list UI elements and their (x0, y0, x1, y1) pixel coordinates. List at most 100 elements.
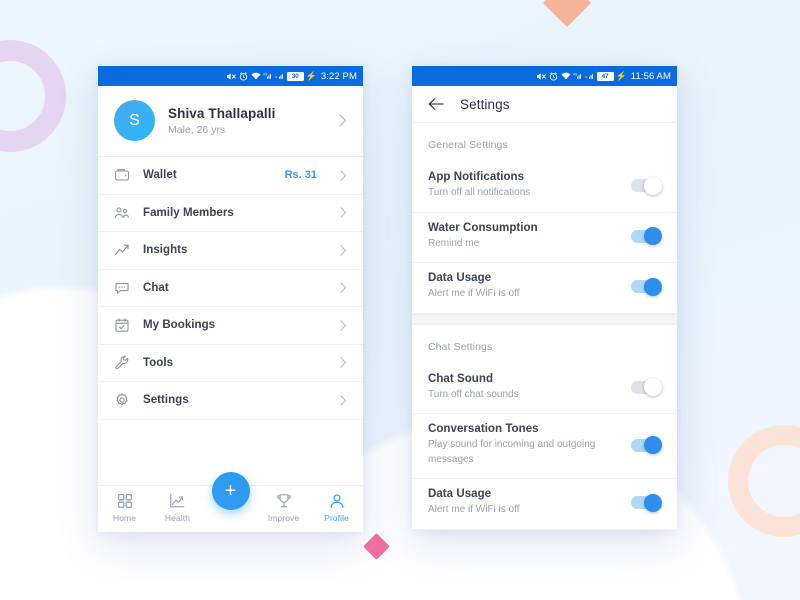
setting-subtitle: Play sound for incoming and outgoing mes… (428, 439, 596, 465)
chevron-right-icon (340, 395, 347, 406)
alarm-icon (239, 71, 248, 81)
person-icon (330, 494, 343, 508)
setting-row-chat-sound[interactable]: Chat Sound Turn off chat sounds (412, 364, 677, 414)
wallet-balance: Rs. 31 (284, 169, 317, 182)
chevron-right-icon (339, 114, 347, 127)
menu-label: Tools (143, 356, 174, 369)
toggle-data-usage-chat[interactable] (631, 493, 662, 512)
menu-label: Family Members (143, 206, 234, 219)
section-title-general: General Settings (428, 139, 508, 151)
status-bar-icons: 4G G (226, 71, 284, 81)
profile-menu-list: Wallet Rs. 31 Family Members Insights Ch… (98, 157, 363, 485)
profile-phone-mockup: 4G G 30 ⚡ 3:22 PM S Shiva Thallapalli Ma… (98, 66, 363, 532)
chevron-right-icon (340, 245, 347, 256)
tab-label: Profile (324, 513, 349, 523)
toggle-chat-sound[interactable] (631, 378, 662, 397)
menu-label: Chat (143, 281, 169, 294)
menu-item-chat[interactable]: Chat (98, 270, 363, 307)
grid-icon (117, 493, 132, 509)
chat-icon (114, 280, 130, 296)
chevron-right-icon (340, 207, 347, 218)
setting-subtitle: Alert me if WiFi is off (428, 504, 520, 515)
tab-label: Home (112, 513, 137, 523)
setting-title: Conversation Tones (428, 423, 539, 435)
profile-text-block: Shiva Thallapalli Male, 26 yrs (168, 106, 326, 136)
menu-item-insights[interactable]: Insights (98, 232, 363, 270)
status-bar-profile: 4G G 30 ⚡ 3:22 PM (98, 66, 363, 86)
profile-name: Shiva Thallapalli (168, 105, 276, 121)
setting-title: Data Usage (428, 272, 492, 284)
status-bar-clock: 11:56 AM (630, 70, 671, 82)
wifi-icon (251, 72, 261, 79)
profile-header[interactable]: S Shiva Thallapalli Male, 26 yrs (98, 86, 363, 157)
tab-health[interactable]: Health (151, 493, 204, 523)
page-title: Settings (460, 96, 510, 112)
toggle-knob (644, 176, 662, 195)
alarm-icon (549, 71, 558, 81)
tab-label: Health (164, 513, 191, 523)
toggle-conversation-tones[interactable] (631, 436, 662, 454)
setting-title: Water Consumption (428, 221, 538, 234)
menu-item-settings[interactable]: Settings (98, 382, 363, 420)
menu-item-tools[interactable]: Tools (98, 345, 363, 382)
tab-improve[interactable]: Improve (257, 493, 310, 523)
mute-icon (226, 72, 236, 80)
svg-text:G: G (275, 75, 278, 79)
setting-text-block: Data Usage Alert me if WiFi is off (428, 488, 621, 518)
setting-row-data-usage-general[interactable]: Data Usage Alert me if WiFi is off (412, 263, 677, 314)
toggle-data-usage-general[interactable] (631, 277, 662, 296)
wrench-icon (114, 355, 130, 371)
setting-text-block: Data Usage Alert me if WiFi is off (428, 272, 621, 302)
menu-label: Insights (143, 244, 188, 257)
setting-subtitle: Turn off all notifications (428, 187, 531, 198)
toggle-knob (644, 227, 662, 246)
signal-icon: G (275, 74, 283, 79)
setting-text-block: Conversation Tones Play sound for incomi… (428, 423, 621, 467)
profile-subtitle: Male, 26 yrs (168, 123, 226, 136)
bottom-tab-bar: Home Health Improve Profile + (98, 472, 363, 532)
back-arrow-icon[interactable] (428, 97, 444, 111)
toggle-knob (644, 493, 662, 512)
setting-text-block: Water Consumption Remind me (428, 222, 621, 252)
health-icon (170, 494, 185, 508)
setting-subtitle: Alert me if WiFi is off (428, 288, 520, 299)
toggle-knob (644, 436, 662, 454)
chevron-right-icon (340, 170, 347, 181)
toggle-water-consumption[interactable] (631, 227, 662, 246)
wallet-icon (114, 167, 130, 183)
settings-content: General Settings App Notifications Turn … (412, 123, 677, 530)
chevron-right-icon (340, 357, 347, 368)
menu-item-my-bookings[interactable]: My Bookings (98, 307, 363, 345)
section-title-chat: Chat Settings (428, 340, 493, 353)
charging-icon: ⚡ (615, 70, 627, 81)
status-bar-icons: 4G G (536, 71, 594, 81)
signal-4g-icon: 4G (573, 73, 581, 79)
gear-icon (114, 392, 130, 408)
toggle-knob (644, 277, 662, 296)
calendar-icon (114, 317, 130, 333)
svg-text:4G: 4G (573, 73, 578, 77)
setting-row-app-notifications[interactable]: App Notifications Turn off all notificat… (412, 162, 677, 213)
section-divider (412, 313, 677, 325)
tab-home[interactable]: Home (98, 493, 151, 523)
toggle-app-notifications[interactable] (631, 176, 662, 195)
setting-row-water-consumption[interactable]: Water Consumption Remind me (412, 213, 677, 263)
tab-profile[interactable]: Profile (310, 493, 363, 523)
tab-label: Improve (267, 513, 300, 523)
charging-icon: ⚡ (305, 70, 317, 81)
setting-title: Chat Sound (428, 372, 494, 385)
settings-app-bar: Settings (412, 86, 677, 123)
setting-row-data-usage-chat[interactable]: Data Usage Alert me if WiFi is off (412, 479, 677, 530)
settings-phone-mockup: 4G G 47 ⚡ 11:56 AM Settings General Sett… (412, 66, 677, 530)
menu-label: Wallet (143, 169, 177, 182)
setting-row-conversation-tones[interactable]: Conversation Tones Play sound for incomi… (412, 414, 677, 479)
menu-item-wallet[interactable]: Wallet Rs. 31 (98, 157, 363, 195)
status-bar-settings: 4G G 47 ⚡ 11:56 AM (412, 66, 677, 86)
menu-item-family-members[interactable]: Family Members (98, 195, 363, 232)
battery-indicator: 47 (596, 71, 614, 81)
setting-title: App Notifications (428, 171, 525, 183)
add-fab-button[interactable]: + (211, 472, 250, 510)
insights-icon (114, 242, 130, 258)
avatar: S (114, 100, 155, 141)
chevron-right-icon (340, 282, 347, 293)
